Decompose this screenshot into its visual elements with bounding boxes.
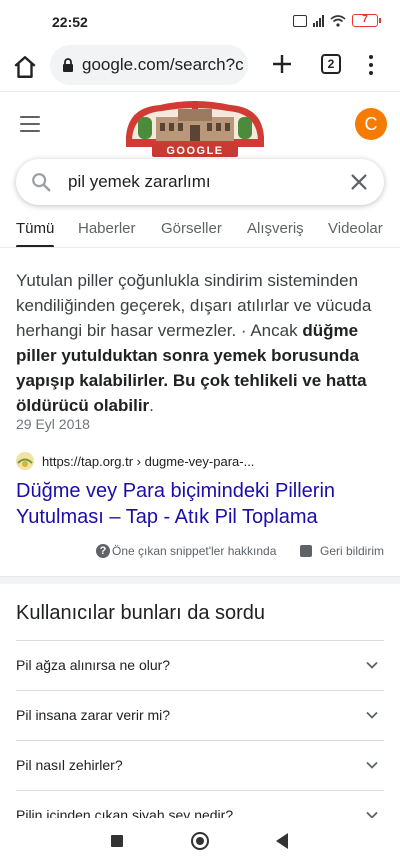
section-divider [0, 576, 400, 584]
snippet-meta-row: ? Öne çıkan snippet'ler hakkında Geri bi… [0, 544, 400, 564]
doodle-text: GOOGLE [166, 145, 223, 157]
tab-news[interactable]: Haberler [78, 220, 136, 237]
people-also-ask-title: Kullanıcılar bunları da sordu [16, 602, 266, 624]
wifi-icon [330, 14, 346, 27]
sim-icon [293, 14, 307, 27]
browser-toolbar: google.com/search?c 2 [0, 44, 400, 92]
address-bar[interactable]: google.com/search?c [50, 45, 248, 85]
snippet-text-end: . [149, 396, 154, 415]
tab-images[interactable]: Görseller [161, 220, 222, 237]
paa-question-text: Pil ağza alınırsa ne olur? [16, 657, 171, 673]
active-tab-indicator [16, 245, 54, 247]
help-icon: ? [96, 544, 110, 558]
source-url: https://tap.org.tr › dugme-vey-para-... [42, 453, 255, 469]
url-text: google.com/search?c [82, 55, 244, 74]
search-icon[interactable] [30, 171, 52, 193]
home-nav-icon[interactable] [191, 832, 209, 850]
search-box[interactable]: pil yemek zararlımı [16, 159, 384, 205]
status-time: 22:52 [52, 14, 88, 30]
about-snippet-label: Öne çıkan snippet'ler hakkında [112, 544, 277, 558]
feedback-label: Geri bildirim [320, 544, 385, 558]
close-icon[interactable] [348, 171, 370, 193]
tab-all[interactable]: Tümü [16, 220, 54, 237]
tab-videos[interactable]: Videolar [328, 220, 383, 237]
snippet-date: 29 Eyl 2018 [16, 416, 90, 432]
featured-snippet-text: Yutulan piller çoğunlukla sindirim siste… [16, 268, 386, 418]
google-doodle[interactable]: GOOGLE [120, 97, 270, 159]
paa-question[interactable]: Pil nasıl zehirler? [16, 740, 384, 790]
about-snippet-link[interactable]: ? Öne çıkan snippet'ler hakkında [96, 544, 276, 558]
tabs-icon[interactable]: 2 [321, 54, 341, 74]
status-icons: 7 [293, 14, 381, 27]
system-nav-bar [0, 818, 400, 866]
paa-question-text: Pil insana zarar verir mi? [16, 707, 171, 723]
home-icon[interactable] [12, 54, 38, 80]
result-title-link[interactable]: Düğme vey Para biçimindeki Pillerin Yutu… [16, 478, 386, 530]
more-icon[interactable] [361, 52, 381, 78]
paa-question[interactable]: Pil ağza alınırsa ne olur? [16, 640, 384, 690]
avatar[interactable]: C [355, 108, 387, 140]
people-also-ask-list: Pil ağza alınırsa ne olur? Pil insana za… [16, 640, 384, 840]
signal-icon [313, 14, 324, 27]
google-header: GOOGLE C [0, 93, 400, 161]
feedback-icon [300, 545, 312, 557]
back-icon[interactable] [276, 833, 288, 849]
chevron-down-icon [366, 661, 378, 669]
search-input[interactable]: pil yemek zararlımı [68, 172, 211, 192]
chevron-down-icon [366, 761, 378, 769]
paa-question[interactable]: Pil insana zarar verir mi? [16, 690, 384, 740]
site-favicon [16, 452, 34, 470]
chevron-down-icon [366, 711, 378, 719]
source-row[interactable]: https://tap.org.tr › dugme-vey-para-... [16, 452, 254, 470]
tab-shopping[interactable]: Alışveriş [247, 220, 304, 237]
lock-icon [63, 57, 73, 72]
feedback-link[interactable]: Geri bildirim [300, 544, 384, 558]
plus-icon[interactable] [270, 52, 294, 76]
battery-icon: 7 [352, 14, 381, 27]
menu-icon[interactable] [20, 116, 40, 132]
recents-icon[interactable] [111, 835, 123, 847]
search-tabs: Tümü Haberler Görseller Alışveriş Videol… [0, 212, 400, 248]
paa-question-text: Pil nasıl zehirler? [16, 757, 123, 773]
status-bar: 22:52 7 [0, 0, 400, 44]
